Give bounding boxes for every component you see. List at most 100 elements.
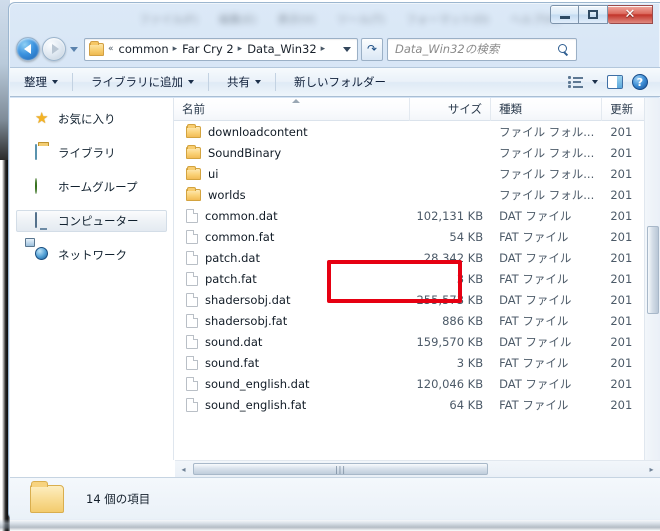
refresh-button[interactable]: ↷: [361, 37, 383, 61]
breadcrumb-separator-1[interactable]: ▸: [172, 44, 180, 54]
file-size-cell: 3 KB: [456, 355, 484, 370]
maximize-button[interactable]: [579, 5, 608, 24]
scroll-right-icon[interactable]: ▸: [643, 461, 660, 477]
file-type-cell: ファイル フォル...: [499, 145, 595, 160]
sidebar-item-computer[interactable]: コンピューター: [16, 210, 167, 232]
table-row[interactable]: common.dat 102,131 KB DAT ファイル 201: [174, 205, 660, 226]
file-name-label: patch.dat: [205, 250, 260, 265]
sidebar-gap-2: [10, 164, 173, 176]
file-type-cell: DAT ファイル: [499, 250, 572, 265]
table-row[interactable]: sound.fat 3 KB FAT ファイル 201: [174, 352, 660, 373]
file-name-label: sound.dat: [205, 334, 263, 349]
file-type-cell: FAT ファイル: [499, 271, 569, 286]
table-row[interactable]: patch.dat 28,342 KB DAT ファイル 201: [174, 247, 660, 268]
breadcrumb-overflow[interactable]: «: [107, 44, 116, 54]
file-name-cell: ui: [174, 166, 411, 181]
address-bar[interactable]: « common ▸ Far Cry 2 ▸ Data_Win32 ▸: [84, 37, 358, 61]
sidebar-item-homegroup[interactable]: ホームグループ: [16, 176, 167, 198]
view-options-icon[interactable]: [568, 76, 583, 88]
table-row[interactable]: sound_english.fat 64 KB FAT ファイル 201: [174, 394, 660, 415]
folder-icon: [186, 187, 201, 201]
sidebar-item-label: ライブラリ: [58, 146, 116, 160]
share-button[interactable]: 共有: [217, 70, 271, 94]
homegroup-icon: [35, 178, 51, 195]
history-dropdown-icon[interactable]: [70, 46, 78, 52]
menu-bar-blurred: ファイル(F) 編集(E) 表示(V) ツール(T) フォーマット(O) ヘルプ…: [139, 11, 560, 27]
breadcrumb-separator-3[interactable]: ▸: [320, 44, 328, 54]
file-size-cell: 120,046 KB: [416, 376, 484, 391]
file-type-cell: DAT ファイル: [499, 334, 572, 349]
new-folder-button[interactable]: 新しいフォルダー: [284, 70, 396, 94]
table-row[interactable]: SoundBinary ファイル フォル... 201: [174, 142, 660, 163]
menu-item-tools[interactable]: ツール(T): [337, 11, 385, 27]
breadcrumb-item-common[interactable]: common: [116, 42, 172, 56]
address-dropdown-icon[interactable]: [343, 46, 351, 52]
horizontal-scrollbar[interactable]: ◂ ||| ▸: [175, 460, 660, 477]
menu-item-view[interactable]: 表示(V): [277, 11, 315, 27]
help-icon[interactable]: ?: [632, 74, 648, 90]
sidebar-item-label: コンピューター: [58, 214, 139, 228]
sidebar-item-label: ネットワーク: [58, 248, 127, 262]
table-row[interactable]: patch.fat 3 KB FAT ファイル 201: [174, 268, 660, 289]
chevron-down-icon: [52, 80, 58, 84]
breadcrumb-item-farcry2[interactable]: Far Cry 2: [179, 42, 237, 56]
file-name-label: sound.fat: [205, 355, 260, 370]
file-list-pane: 名前 サイズ 種類 更新 downloadcontent ファイル フォル... 2…: [174, 98, 660, 460]
table-row[interactable]: downloadcontent ファイル フォル... 201: [174, 121, 660, 142]
column-header-name[interactable]: 名前: [174, 98, 411, 121]
sidebar-item-libraries[interactable]: ライブラリ: [16, 142, 167, 164]
file-rows: downloadcontent ファイル フォル... 201 SoundBinary…: [174, 121, 660, 415]
search-box[interactable]: Data_Win32の検索: [387, 37, 577, 61]
back-button[interactable]: [16, 37, 40, 61]
file-icon: [186, 208, 198, 223]
table-row[interactable]: common.fat 54 KB FAT ファイル 201: [174, 226, 660, 247]
column-header-size[interactable]: サイズ: [410, 98, 492, 121]
forward-button[interactable]: [42, 37, 66, 61]
vertical-scrollbar[interactable]: [644, 98, 660, 460]
file-size-cell: 54 KB: [449, 229, 484, 244]
explorer-window: ファイル(F) 編集(E) 表示(V) ツール(T) フォーマット(O) ヘルプ…: [8, 2, 660, 520]
file-name-label: worlds: [208, 187, 246, 202]
table-row[interactable]: shadersobj.fat 886 KB FAT ファイル 201: [174, 310, 660, 331]
file-type-cell: FAT ファイル: [499, 355, 569, 370]
sidebar-item-favorites[interactable]: ★ お気に入り: [16, 108, 167, 130]
column-header-size-label: サイズ: [447, 102, 483, 116]
view-options-chevron-icon[interactable]: [592, 80, 598, 84]
file-type-cell: DAT ファイル: [499, 208, 572, 223]
breadcrumb-separator-2[interactable]: ▸: [237, 44, 245, 54]
file-icon: [186, 271, 198, 286]
menu-item-file[interactable]: ファイル(F): [139, 11, 198, 27]
horizontal-scrollbar-thumb[interactable]: |||: [193, 463, 488, 475]
table-row[interactable]: sound.dat 159,570 KB DAT ファイル 201: [174, 331, 660, 352]
table-row[interactable]: sound_english.dat 120,046 KB DAT ファイル 201: [174, 373, 660, 394]
table-row[interactable]: ui ファイル フォル... 201: [174, 163, 660, 184]
file-icon: [186, 397, 198, 412]
search-input[interactable]: Data_Win32の検索: [388, 41, 499, 57]
vertical-scrollbar-thumb[interactable]: [647, 226, 659, 314]
minimize-button[interactable]: [550, 5, 579, 24]
column-headers: 名前 サイズ 種類 更新: [174, 98, 660, 121]
file-type-cell: FAT ファイル: [499, 313, 569, 328]
file-icon: [186, 376, 198, 391]
table-row[interactable]: shadersobj.dat 255,573 KB DAT ファイル 201: [174, 289, 660, 310]
file-name-cell: patch.dat: [174, 250, 411, 265]
preview-pane-icon[interactable]: [607, 75, 623, 89]
close-button[interactable]: ✕: [608, 5, 653, 24]
breadcrumb-item-datawin32[interactable]: Data_Win32: [244, 42, 319, 56]
window-bottom-shadow: [0, 519, 660, 531]
column-header-type[interactable]: 種類: [491, 98, 603, 121]
horizontal-scrollbar-row: ◂ ||| ▸: [10, 460, 660, 477]
menu-item-format[interactable]: フォーマット(O): [406, 11, 489, 27]
table-row[interactable]: worlds ファイル フォル... 201: [174, 184, 660, 205]
organize-button[interactable]: 整理: [14, 70, 68, 94]
file-name-cell: sound.dat: [174, 334, 411, 349]
menu-item-edit[interactable]: 編集(E): [219, 11, 257, 27]
file-size-cell: 255,573 KB: [416, 292, 484, 307]
sidebar-item-label: お気に入り: [58, 112, 116, 126]
sidebar-item-network[interactable]: ネットワーク: [16, 244, 167, 266]
search-icon: [558, 43, 569, 55]
file-name-cell: SoundBinary: [174, 145, 411, 160]
file-size-cell: 159,570 KB: [416, 334, 484, 349]
scroll-left-icon[interactable]: ◂: [175, 461, 192, 477]
add-to-library-button[interactable]: ライブラリに追加: [81, 70, 204, 94]
